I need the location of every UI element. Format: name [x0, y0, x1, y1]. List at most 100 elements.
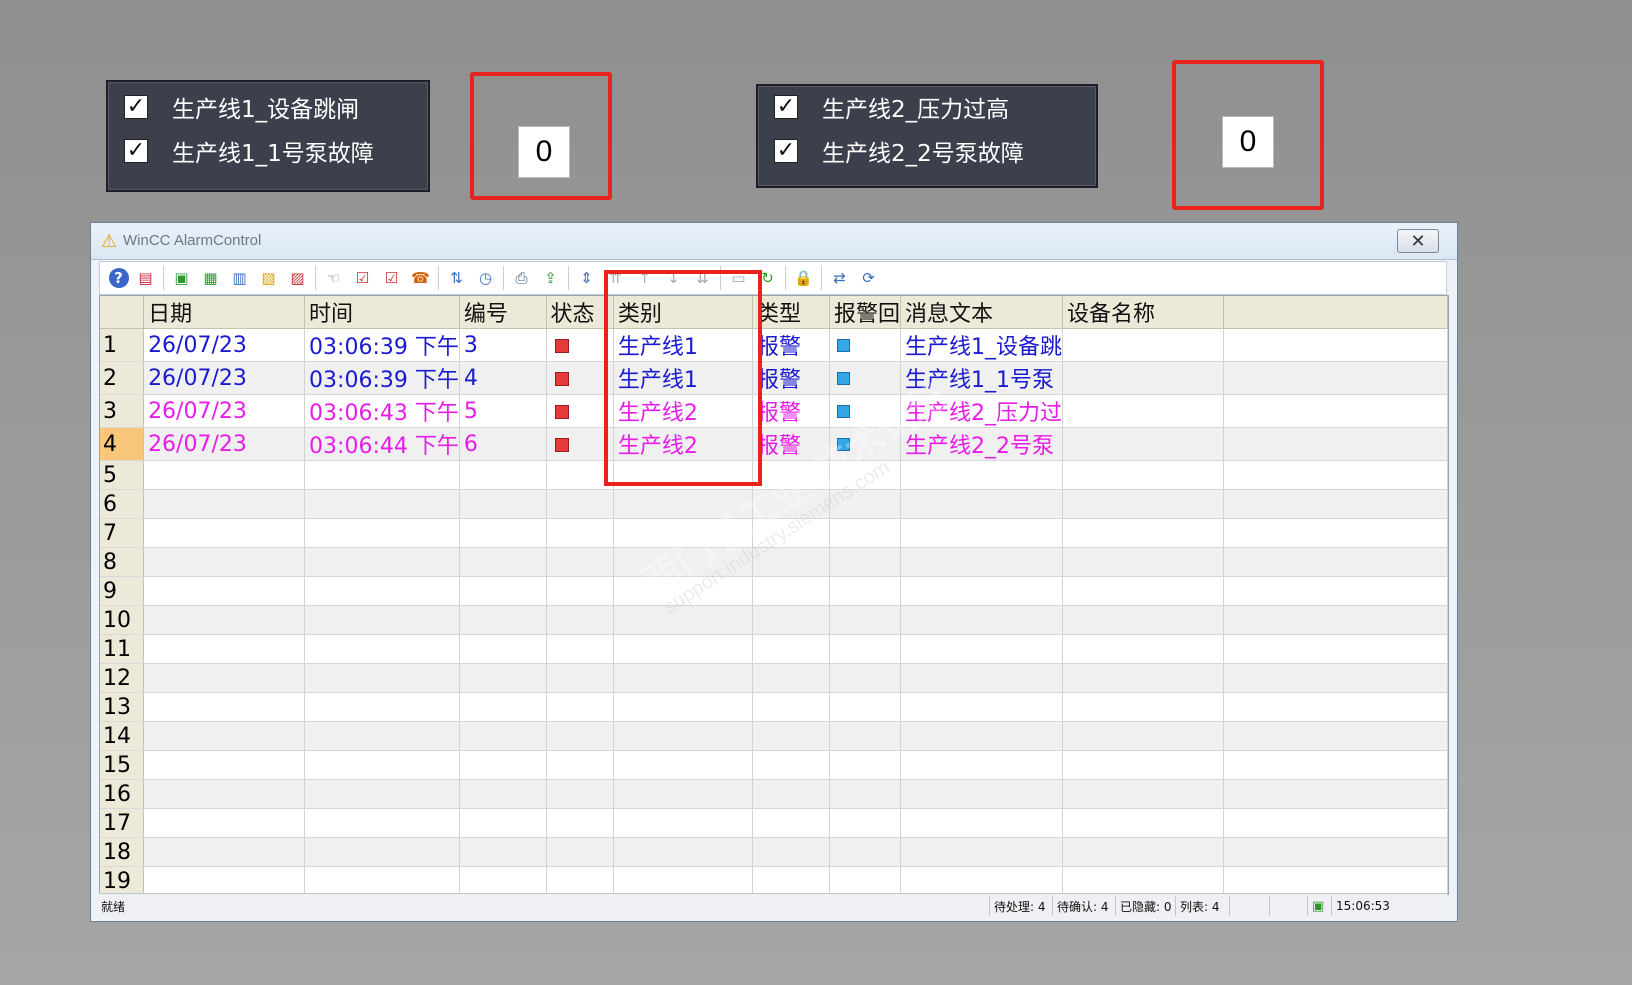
table-row[interactable]: 4 26/07/23 03:06:44 下午 6 生产线2 报警 生产线2_2号泵 [100, 427, 1448, 461]
help-icon[interactable]: ? [108, 268, 129, 288]
table-row-empty[interactable]: 13 [100, 692, 1448, 722]
column-header-device[interactable]: 设备名称 [1062, 296, 1224, 329]
column-header-date[interactable]: 日期 [143, 296, 306, 329]
loop-in-alarm-icon[interactable] [836, 372, 850, 385]
loop-in-alarm-icon[interactable] [836, 339, 850, 352]
empty-cell [304, 576, 460, 606]
sort-icon[interactable]: ⇅ [445, 266, 469, 290]
previous-message-icon[interactable]: ↑ [633, 266, 657, 290]
empty-cell [546, 489, 614, 519]
next-message-icon[interactable]: ↓ [662, 266, 686, 290]
hit-list-icon[interactable]: ▨ [286, 266, 310, 290]
table-row-empty[interactable]: 11 [100, 634, 1448, 664]
last-message-icon[interactable]: ⇊ [691, 266, 715, 290]
table-row-empty[interactable]: 7 [100, 518, 1448, 548]
checkbox-row[interactable]: ✓ 生产线2_压力过高 [774, 90, 1009, 124]
column-header-filler [1223, 296, 1448, 329]
column-header-category[interactable]: 类别 [613, 296, 753, 329]
loop-in-alarm-icon[interactable] [836, 405, 850, 418]
checkbox[interactable]: ✓ [774, 95, 798, 119]
time-base-icon[interactable]: ◷ [474, 266, 498, 290]
empty-cell [546, 866, 614, 894]
selection-dialog-icon[interactable]: ▤ [134, 266, 158, 290]
print-icon[interactable]: ⎙ [510, 266, 534, 290]
checkbox[interactable]: ✓ [774, 139, 798, 163]
status-bar: 就绪 待处理: 4 待确认: 4 已隐藏: 0 列表: 4 ▣ 15:06:53 [99, 893, 1447, 918]
table-row-empty[interactable]: 9 [100, 576, 1448, 606]
column-header-status[interactable]: 状态 [546, 296, 614, 329]
row-number: 8 [100, 547, 145, 577]
lock-list-icon[interactable]: ▧ [257, 266, 281, 290]
lock-icon[interactable]: 🔒 [792, 266, 816, 290]
empty-cell [1223, 547, 1448, 577]
empty-cell [1223, 489, 1448, 519]
single-ack-icon[interactable]: ☑ [351, 266, 375, 290]
table-row-empty[interactable]: 15 [100, 750, 1448, 780]
long-term-archive-icon[interactable]: ▥ [228, 266, 252, 290]
empty-cell [900, 489, 1063, 519]
column-config-icon[interactable]: ⇄ [828, 266, 852, 290]
table-row-empty[interactable]: 12 [100, 663, 1448, 693]
table-row-empty[interactable]: 6 [100, 489, 1448, 519]
empty-cell [613, 721, 753, 751]
empty-cell [304, 547, 460, 577]
empty-cell [900, 663, 1063, 693]
checkbox[interactable]: ✓ [124, 95, 148, 119]
cell-message: 生产线2_压力过 [900, 394, 1063, 428]
loop-in-alarm-icon[interactable]: ☜ [322, 266, 346, 290]
alarm-list-icon[interactable]: ▣ [170, 266, 194, 290]
table-row-empty[interactable]: 14 [100, 721, 1448, 751]
empty-cell [829, 576, 902, 606]
close-button[interactable]: ✕ [1397, 229, 1439, 253]
empty-cell [459, 721, 547, 751]
checkbox[interactable]: ✓ [124, 139, 148, 163]
empty-cell [143, 808, 306, 838]
column-header-time[interactable]: 时间 [304, 296, 460, 329]
loop-in-alarm-icon[interactable] [836, 438, 850, 451]
export-icon[interactable]: ⇪ [539, 266, 563, 290]
empty-cell [613, 576, 753, 606]
empty-cell [304, 808, 460, 838]
column-header-number[interactable]: 编号 [459, 296, 547, 329]
empty-cell [1062, 866, 1224, 894]
refresh-icon[interactable]: ⟳ [857, 266, 881, 290]
table-row-empty[interactable]: 10 [100, 605, 1448, 635]
cell-device [1062, 394, 1224, 428]
empty-cell [459, 547, 547, 577]
cell-time: 03:06:39 下午 [304, 361, 460, 395]
checkbox-row[interactable]: ✓ 生产线2_2号泵故障 [774, 134, 1024, 168]
table-row[interactable]: 1 26/07/23 03:06:39 下午 3 生产线1 报警 生产线1_设备跳 [100, 328, 1448, 362]
empty-cell [459, 605, 547, 635]
table-row-empty[interactable]: 16 [100, 779, 1448, 809]
empty-cell [1062, 460, 1224, 490]
column-header-message[interactable]: 消息文本 [900, 296, 1063, 329]
table-row-empty[interactable]: 17 [100, 808, 1448, 838]
autoscroll-icon[interactable]: ⇕ [575, 266, 599, 290]
checkbox-row[interactable]: ✓ 生产线1_1号泵故障 [124, 134, 374, 168]
empty-cell [459, 489, 547, 519]
row-number: 10 [100, 605, 145, 635]
table-row-empty[interactable]: 19 [100, 866, 1448, 894]
toolbar-separator [163, 266, 164, 290]
table-row-empty[interactable]: 18 [100, 837, 1448, 867]
group-ack-icon[interactable]: ☑ [380, 266, 404, 290]
column-header[interactable] [100, 296, 145, 329]
emergency-ack-icon[interactable]: ☎ [409, 266, 433, 290]
empty-cell [1223, 866, 1448, 894]
empty-cell [752, 779, 830, 809]
short-term-archive-icon[interactable]: ▦ [199, 266, 223, 290]
table-row-empty[interactable]: 5 [100, 460, 1448, 490]
column-header-loop[interactable]: 报警回 [829, 296, 902, 329]
checkbox-row[interactable]: ✓ 生产线1_设备跳闸 [124, 90, 359, 124]
checkbox-label: 生产线2_压力过高 [822, 97, 1010, 123]
table-row-empty[interactable]: 8 [100, 547, 1448, 577]
info-text-icon[interactable]: ▭ [727, 266, 751, 290]
first-message-icon[interactable]: ⇈ [604, 266, 628, 290]
table-row[interactable]: 2 26/07/23 03:06:39 下午 4 生产线1 报警 生产线1_1号泵 [100, 361, 1448, 395]
comment-icon[interactable]: ↻ [756, 266, 780, 290]
empty-cell [304, 663, 460, 693]
column-header-type[interactable]: 类型 [752, 296, 830, 329]
empty-cell [1062, 547, 1224, 577]
cell-status [546, 427, 614, 461]
table-row[interactable]: 3 26/07/23 03:06:43 下午 5 生产线2 报警 生产线2_压力过 [100, 394, 1448, 428]
